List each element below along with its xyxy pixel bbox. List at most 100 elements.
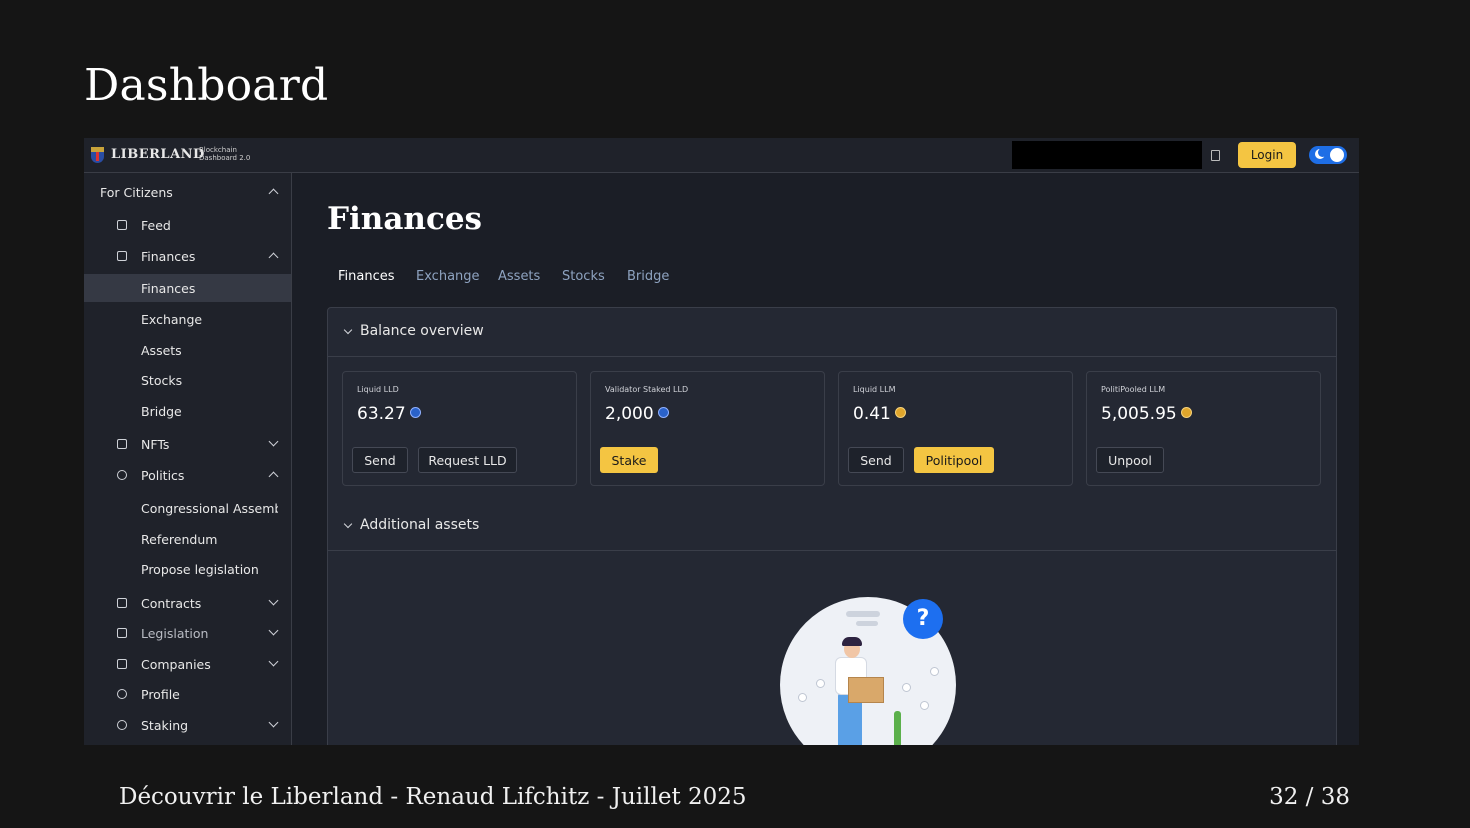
coins-icon [117,720,127,730]
send-button[interactable]: Send [848,447,904,473]
chevron-up-icon [268,188,279,199]
balance-amount: 0.41 [853,404,891,424]
gear-icon [117,470,127,480]
sidebar-item-contracts[interactable]: Contracts [84,589,291,617]
sidebar-item-label: Propose legislation [141,562,259,577]
sidebar-item-label: Stocks [141,373,183,388]
document-icon [117,598,127,608]
sidebar-item-nfts[interactable]: NFTs [84,430,291,458]
unpool-button[interactable]: Unpool [1096,447,1164,473]
stake-button[interactable]: Stake [600,447,658,473]
chevron-down-icon [268,625,279,636]
cloud-shape [856,621,878,626]
network-node [816,679,825,688]
profile-icon [117,689,127,699]
chevron-down-icon [268,656,279,667]
tab-stocks[interactable]: Stocks [562,269,605,284]
card-value: 5,005.95 [1101,404,1192,424]
sidebar-item-for-citizens[interactable]: For Citizens [84,178,291,206]
tab-bridge[interactable]: Bridge [627,269,669,284]
sidebar: For Citizens Feed Finances Finances Exch… [84,173,292,745]
balance-amount: 2,000 [605,404,654,424]
llm-coin-icon [1180,407,1192,418]
sidebar-subitem-congressional-assembly[interactable]: Congressional Assembly [84,494,291,522]
request-lld-button[interactable]: Request LLD [418,447,517,473]
tab-exchange[interactable]: Exchange [416,269,480,284]
llm-coin-icon [894,407,906,418]
question-mark-icon: ? [903,599,943,639]
chevron-down-icon [268,717,279,728]
sidebar-subitem-assets[interactable]: Assets [84,336,291,364]
balance-amount: 63.27 [357,404,406,424]
card-value: 63.27 [357,404,421,424]
sidebar-item-label: Congressional Assembly [141,501,278,516]
main-content: Finances Finances Exchange Assets Stocks… [292,173,1359,745]
sidebar-subitem-exchange[interactable]: Exchange [84,305,291,333]
network-node [920,701,929,710]
sidebar-item-staking[interactable]: Staking [84,711,291,739]
top-bar: LIBERLAND Blockchain Dashboard 2.0 Login [84,138,1359,173]
slide-title: Dashboard [84,60,329,111]
section-title: Additional assets [360,517,480,533]
tab-finances[interactable]: Finances [338,269,395,284]
balance-card-liquid-lld: Liquid LLD 63.27 Send Request LLD [342,371,577,486]
sidebar-subitem-bridge[interactable]: Bridge [84,397,291,425]
sidebar-subitem-propose-legislation[interactable]: Propose legislation [84,555,291,583]
sidebar-item-finances[interactable]: Finances [84,242,291,270]
send-button[interactable]: Send [352,447,408,473]
chevron-down-icon [343,519,353,529]
sidebar-item-label: Finances [141,249,196,264]
page-title: Finances [327,201,482,237]
building-icon [117,659,127,669]
sidebar-item-label: Assets [141,343,182,358]
card-label: PolitiPooled LLM [1101,385,1166,394]
theme-toggle[interactable] [1309,146,1347,164]
sidebar-item-label: Bridge [141,404,182,419]
logo-subtitle: Blockchain Dashboard 2.0 [199,146,251,162]
finances-panel: Balance overview Liquid LLD 63.27 Send R… [327,307,1337,745]
sidebar-item-politics[interactable]: Politics [84,461,291,489]
lld-coin-icon [657,407,669,418]
login-button[interactable]: Login [1238,142,1296,168]
additional-assets-header[interactable]: Additional assets [328,502,1336,551]
empty-state-illustration: ? [780,597,956,745]
sidebar-item-label: Politics [141,468,185,483]
sidebar-item-legislation[interactable]: Legislation [84,619,291,647]
balance-card-validator-staked-lld: Validator Staked LLD 2,000 Stake [590,371,825,486]
chevron-down-icon [268,595,279,606]
sidebar-item-profile[interactable]: Profile [84,680,291,708]
copy-icon[interactable] [1211,150,1220,161]
network-node [902,683,911,692]
sidebar-item-label: NFTs [141,437,170,452]
sidebar-item-feed[interactable]: Feed [84,211,291,239]
sidebar-subitem-finances[interactable]: Finances [84,274,291,302]
tab-assets[interactable]: Assets [498,269,540,284]
card-label: Validator Staked LLD [605,385,689,394]
balance-card-politipooled-llm: PolitiPooled LLM 5,005.95 Unpool [1086,371,1321,486]
card-label: Liquid LLD [357,385,399,394]
cloud-shape [846,611,880,617]
sidebar-item-label: Feed [141,218,171,233]
page-number: 32 / 38 [1269,784,1350,810]
sidebar-subitem-stocks[interactable]: Stocks [84,366,291,394]
sidebar-item-label: For Citizens [100,185,173,200]
wallet-icon [117,251,127,261]
person-hair [842,637,862,646]
lld-coin-icon [409,407,421,418]
slide-footer: Découvrir le Liberland - Renaud Lifchitz… [119,784,747,810]
toggle-knob [1330,148,1344,162]
balance-card-liquid-llm: Liquid LLM 0.41 Send Politipool [838,371,1073,486]
sidebar-item-label: Legislation [141,626,209,641]
sidebar-item-companies[interactable]: Companies [84,650,291,678]
redacted-address [1012,141,1202,169]
balance-overview-header[interactable]: Balance overview [328,308,1336,357]
section-title: Balance overview [360,323,484,339]
network-node [930,667,939,676]
chevron-down-icon [268,436,279,447]
politipool-button[interactable]: Politipool [914,447,994,473]
moon-icon [1315,148,1327,159]
card-value: 2,000 [605,404,669,424]
sidebar-subitem-referendum[interactable]: Referendum [84,525,291,553]
card-value: 0.41 [853,404,906,424]
plant-shape [894,711,901,745]
